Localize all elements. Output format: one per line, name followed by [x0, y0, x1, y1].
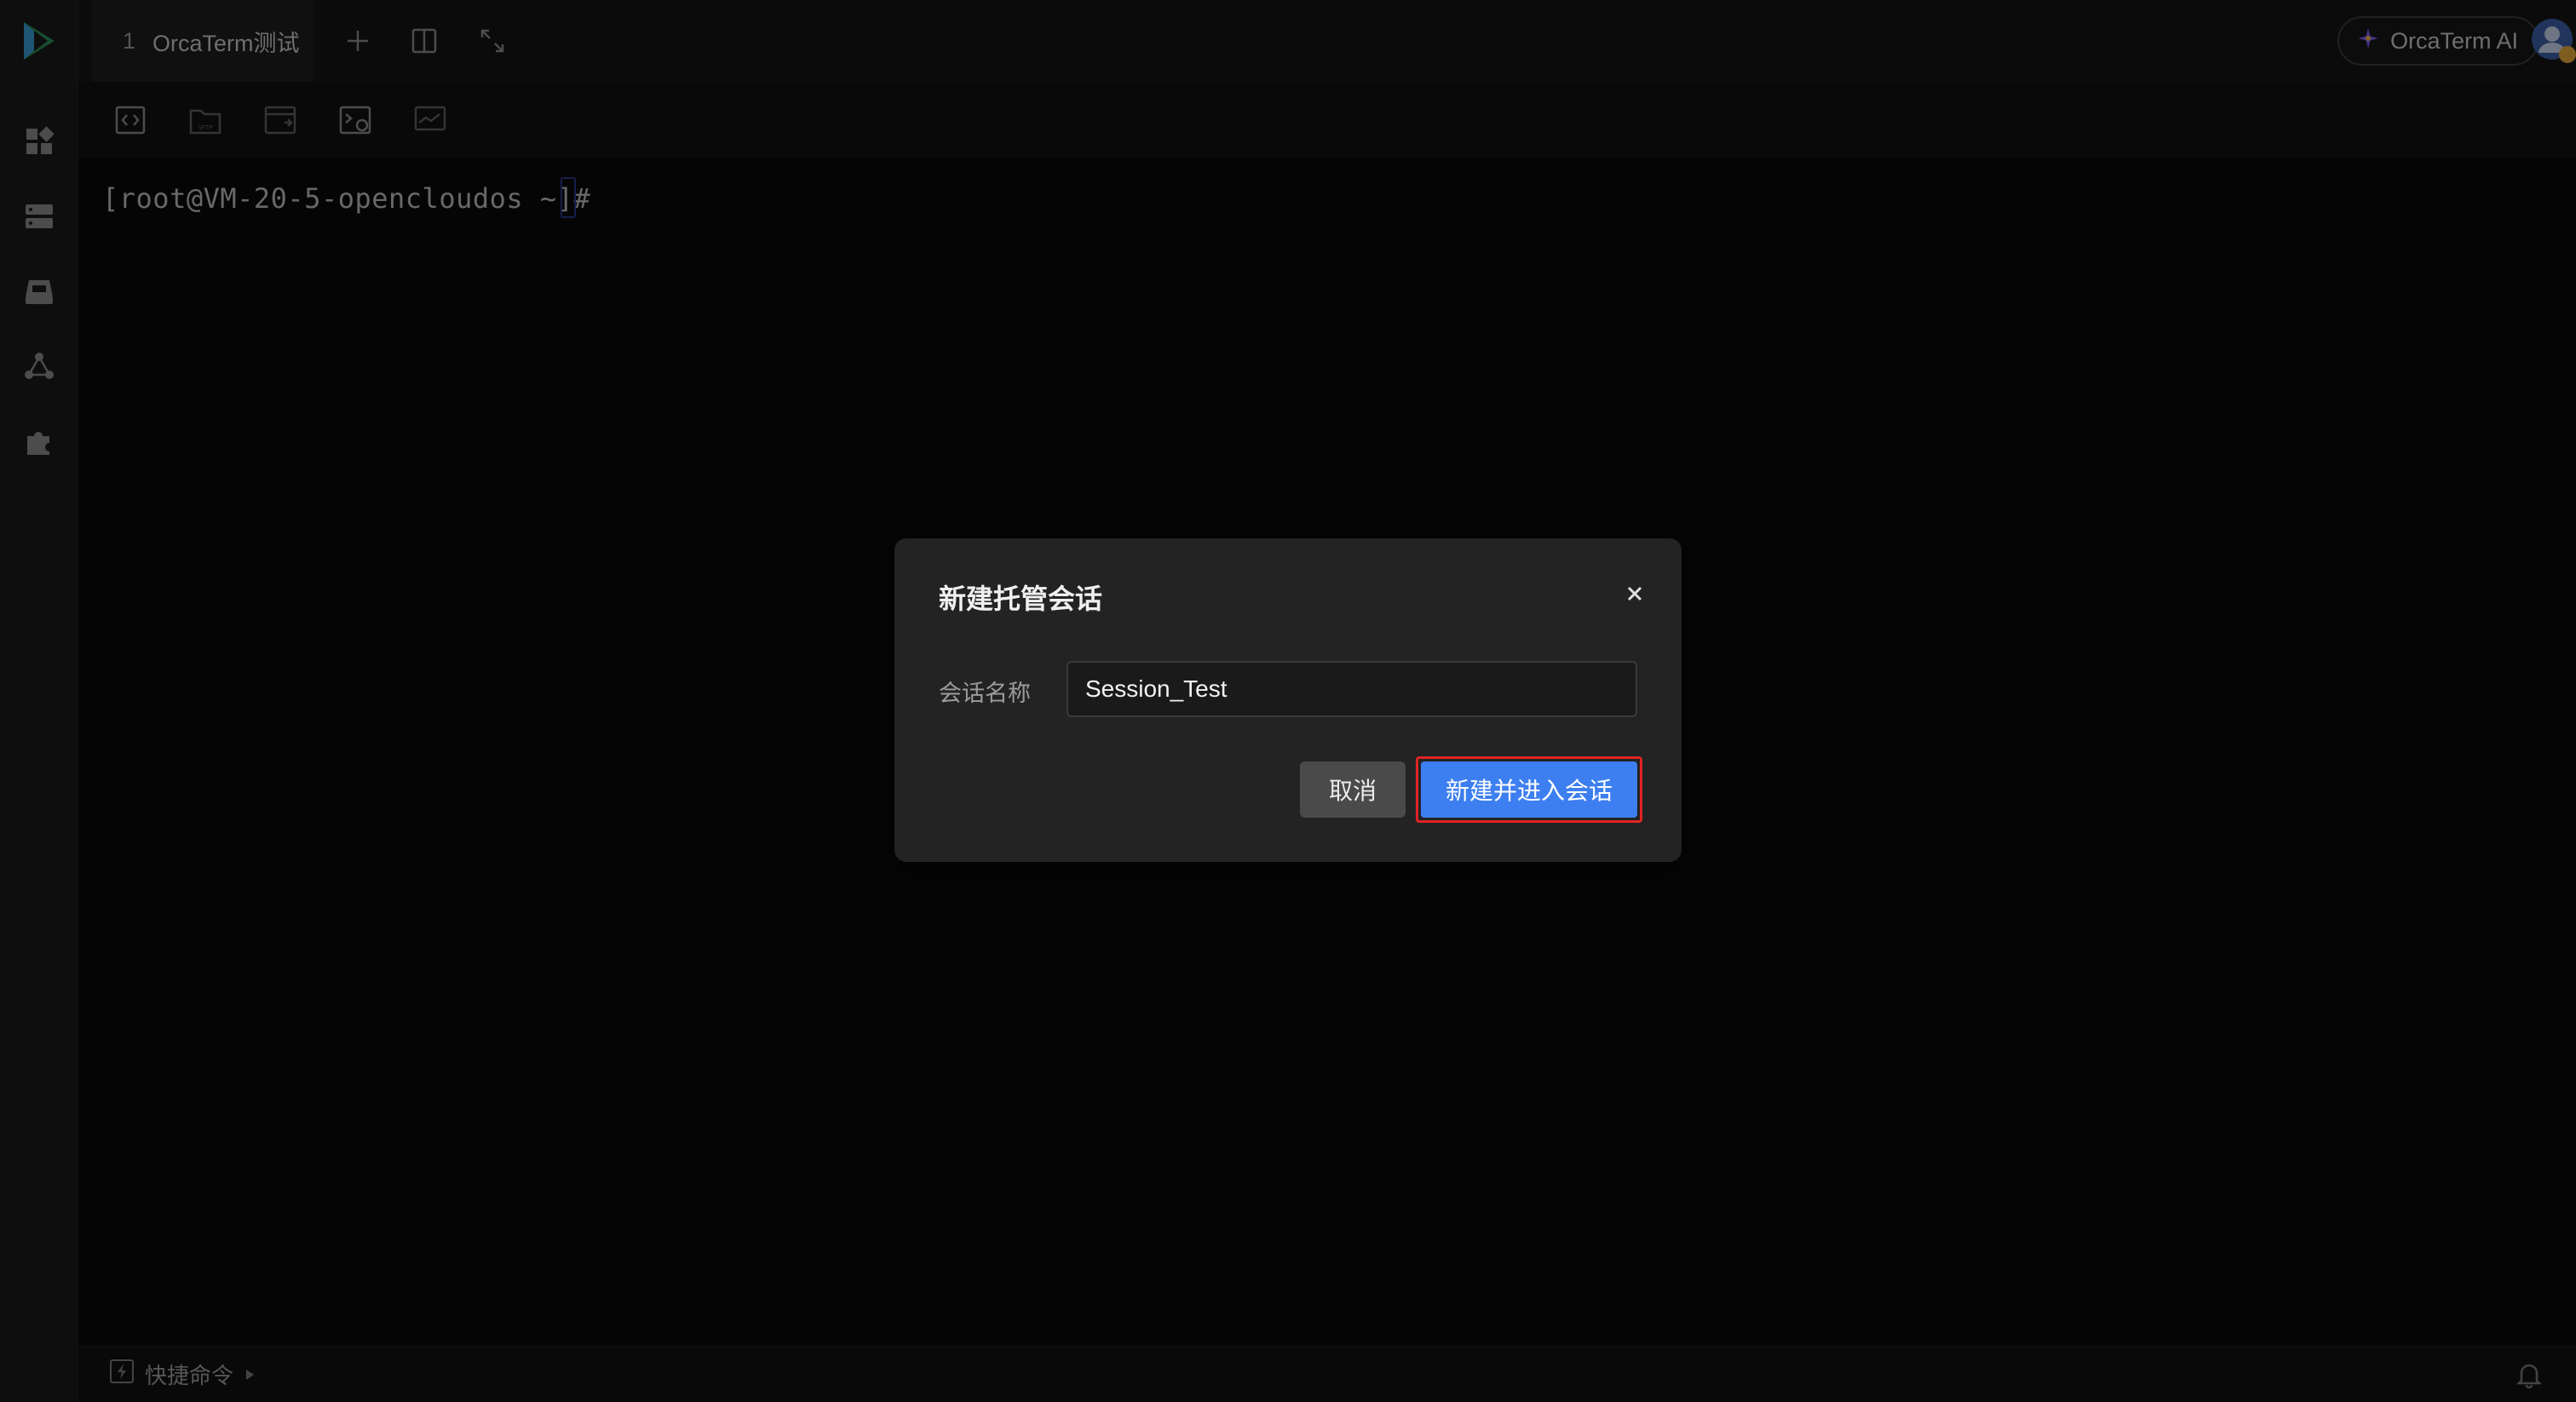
new-session-dialog: 新建托管会话 会话名称 取消 新建并进入会话: [894, 538, 1682, 862]
session-name-label: 会话名称: [939, 681, 1031, 706]
cancel-button[interactable]: 取消: [1300, 761, 1406, 818]
confirm-button-highlight: 新建并进入会话: [1416, 756, 1642, 823]
dialog-title: 新建托管会话: [939, 583, 1103, 614]
app-window: 1 OrcaTerm测试 OrcaTerm AI SFTP [root@VM-2…: [0, 0, 2576, 1402]
create-and-enter-button[interactable]: 新建并进入会话: [1421, 761, 1637, 818]
close-icon[interactable]: [1622, 581, 1647, 606]
session-name-input[interactable]: [1067, 661, 1637, 717]
